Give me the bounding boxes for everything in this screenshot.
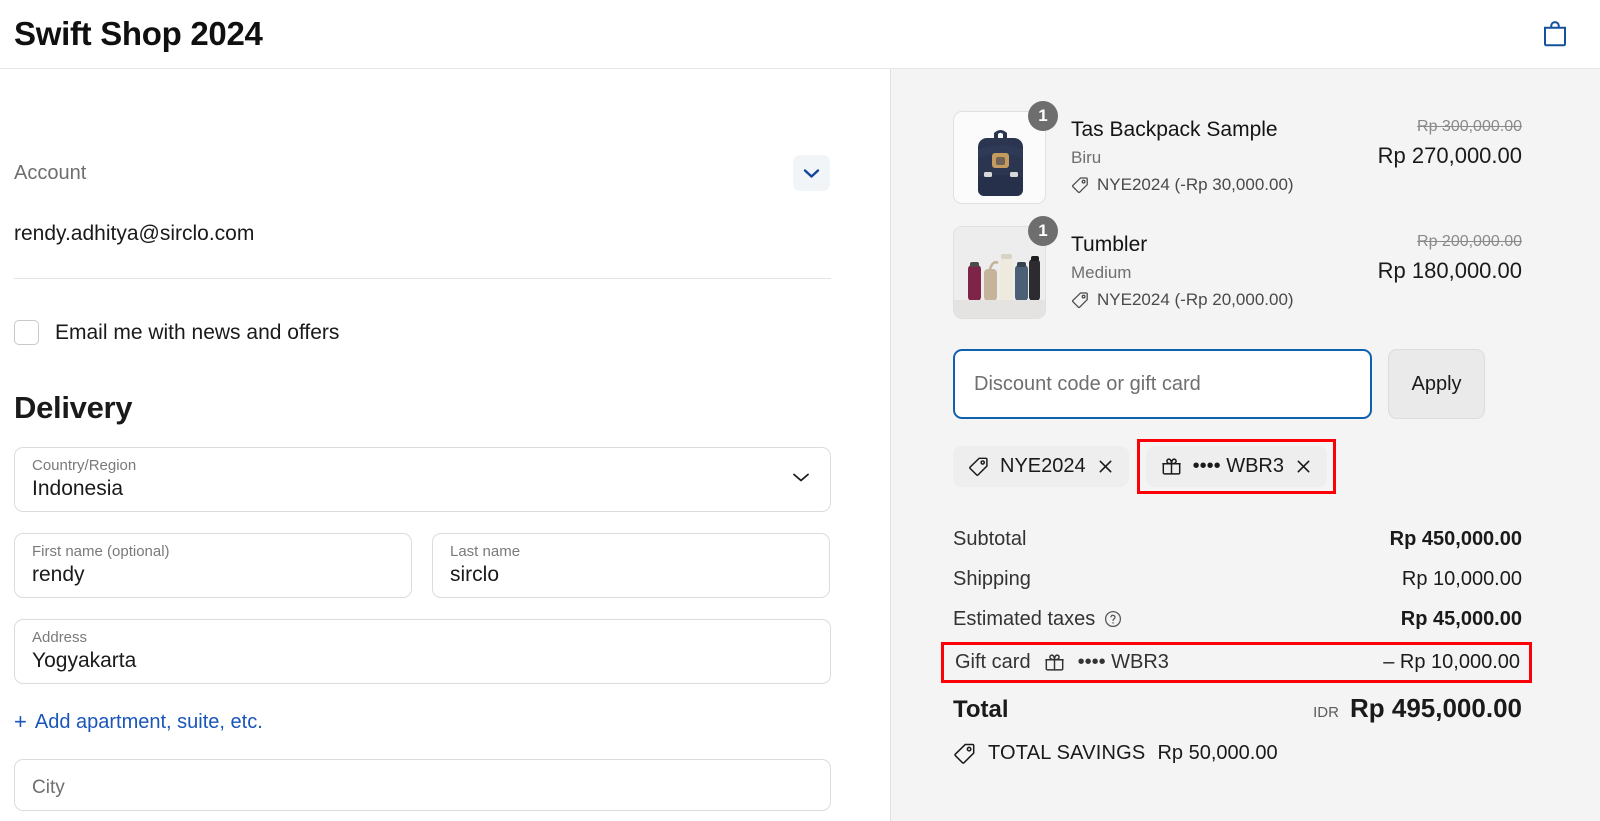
product-final-price: Rp 180,000.00 <box>1377 258 1522 283</box>
account-section-header: Account <box>14 69 830 191</box>
product-prices: Rp 300,000.00 Rp 270,000.00 <box>1357 111 1522 169</box>
name-fields-row: First name (optional) rendy Last name si… <box>14 512 830 598</box>
account-email-value: rendy.adhitya@sirclo.com <box>14 222 255 245</box>
address-label: Address <box>32 629 88 646</box>
product-discount-text: NYE2024 (-Rp 20,000.00) <box>1097 290 1294 309</box>
product-name: Tumbler <box>1071 233 1148 256</box>
city-label: City <box>32 777 65 798</box>
country-region-value: Indonesia <box>32 477 124 500</box>
discount-tag-icon <box>954 743 975 764</box>
account-label: Account <box>14 161 87 184</box>
shipping-value: Rp 10,000.00 <box>1401 567 1522 590</box>
last-name-field[interactable]: Last name sirclo <box>432 533 830 598</box>
add-apartment-link[interactable]: + Add apartment, suite, etc. <box>14 709 830 735</box>
estimated-taxes-row: Estimated taxes Rp 45,000.00 <box>953 599 1522 639</box>
estimated-taxes-value: Rp 45,000.00 <box>1400 607 1522 630</box>
newsletter-checkbox[interactable] <box>14 320 39 345</box>
totals-section: Subtotal Rp 450,000.00 Shipping Rp 10,00… <box>941 519 1532 765</box>
country-region-label: Country/Region <box>32 457 137 474</box>
country-region-select[interactable]: Country/Region Indonesia <box>14 447 831 512</box>
shipping-row: Shipping Rp 10,000.00 <box>953 559 1522 599</box>
first-name-field[interactable]: First name (optional) rendy <box>14 533 412 598</box>
order-line-item: 1 Tumbler Medium NYE2024 (-Rp 20,000.00)… <box>953 216 1522 319</box>
product-discount: NYE2024 (-Rp 20,000.00) <box>1071 290 1357 310</box>
product-info: Tumbler Medium NYE2024 (-Rp 20,000.00) <box>1046 226 1357 310</box>
product-info: Tas Backpack Sample Biru NYE2024 (-Rp 30… <box>1046 111 1357 195</box>
grand-total-amount: Rp 495,000.00 <box>1349 693 1522 723</box>
discount-entry-row: Apply <box>953 349 1522 419</box>
discount-tag-icon <box>1072 292 1088 309</box>
applied-codes-row: NYE2024 •••• WBR3 <box>953 439 1522 494</box>
product-discount: NYE2024 (-Rp 30,000.00) <box>1071 175 1357 195</box>
newsletter-label: Email me with news and offers <box>55 320 340 344</box>
giftcard-chip-annotation: •••• WBR3 <box>1136 439 1336 494</box>
giftcard-discount-value: – Rp 10,000.00 <box>1383 651 1520 673</box>
checkout-form-pane: Account rendy.adhitya@sirclo.com Email m… <box>0 69 891 821</box>
gift-card-icon <box>1044 654 1064 671</box>
newsletter-row: Email me with news and offers <box>14 320 830 345</box>
plus-icon: + <box>14 709 27 734</box>
shopping-bag-icon[interactable] <box>1540 19 1570 49</box>
account-divider <box>14 278 831 279</box>
giftcard-masked-code: •••• WBR3 <box>1077 651 1169 673</box>
grand-total-row: Total IDR Rp 495,000.00 <box>953 693 1522 724</box>
site-header: Swift Shop 2024 <box>0 0 1600 69</box>
product-thumbnail-wrap: 1 <box>953 216 1058 319</box>
grand-total-label: Total <box>953 696 1009 723</box>
chevron-down-icon <box>803 168 820 178</box>
first-name-label: First name (optional) <box>32 543 170 560</box>
product-prices: Rp 200,000.00 Rp 180,000.00 <box>1357 226 1522 284</box>
product-variant: Medium <box>1071 263 1132 282</box>
currency-code: IDR <box>1313 704 1339 721</box>
product-original-price: Rp 300,000.00 <box>1417 118 1522 135</box>
shipping-label: Shipping <box>953 567 1031 590</box>
delivery-heading: Delivery <box>14 390 133 425</box>
add-apartment-label: Add apartment, suite, etc. <box>34 710 263 733</box>
discount-tag-icon <box>969 457 988 476</box>
subtotal-row: Subtotal Rp 450,000.00 <box>953 519 1522 559</box>
product-thumbnail-wrap: 1 <box>953 101 1058 204</box>
estimated-taxes-label: Estimated taxes <box>953 607 1096 630</box>
question-circle-icon[interactable] <box>1104 610 1122 628</box>
discount-chip-label: NYE2024 <box>1000 455 1086 477</box>
address-field[interactable]: Address Yogyakarta <box>14 619 831 684</box>
discount-tag-icon <box>1072 177 1088 194</box>
giftcard-chip-wbr3[interactable]: •••• WBR3 <box>1145 446 1327 487</box>
chevron-down-icon <box>793 473 809 482</box>
close-icon[interactable] <box>1097 458 1114 475</box>
quantity-badge: 1 <box>1028 216 1058 246</box>
product-name: Tas Backpack Sample <box>1071 118 1278 141</box>
last-name-label: Last name <box>450 543 521 560</box>
product-discount-text: NYE2024 (-Rp 30,000.00) <box>1097 175 1294 194</box>
giftcard-row-label: Gift card <box>955 651 1031 673</box>
subtotal-label: Subtotal <box>953 527 1027 550</box>
account-expand-button[interactable] <box>793 155 830 191</box>
discount-code-input[interactable] <box>953 349 1372 419</box>
gift-card-icon <box>1161 458 1181 475</box>
order-line-item: 1 Tas Backpack Sample Biru NYE2024 (-Rp … <box>953 101 1522 204</box>
city-field[interactable]: City <box>14 759 831 811</box>
quantity-badge: 1 <box>1028 101 1058 131</box>
close-icon[interactable] <box>1295 458 1312 475</box>
subtotal-value: Rp 450,000.00 <box>1389 527 1522 550</box>
first-name-value: rendy <box>32 563 85 586</box>
product-original-price: Rp 200,000.00 <box>1417 233 1522 250</box>
discount-chip-nye2024[interactable]: NYE2024 <box>953 446 1129 487</box>
product-final-price: Rp 270,000.00 <box>1377 143 1522 168</box>
order-summary-pane: 1 Tas Backpack Sample Biru NYE2024 (-Rp … <box>891 69 1600 821</box>
product-variant: Biru <box>1071 148 1102 167</box>
page-title: Swift Shop 2024 <box>14 15 263 52</box>
checkout-body: Account rendy.adhitya@sirclo.com Email m… <box>0 69 1600 821</box>
last-name-value: sirclo <box>450 563 500 586</box>
address-value: Yogyakarta <box>32 649 137 672</box>
giftcard-discount-row: Gift card •••• WBR3 – Rp 10,000.00 <box>941 642 1532 683</box>
total-savings-row: TOTAL SAVINGS Rp 50,000.00 <box>953 742 1522 765</box>
apply-discount-button[interactable]: Apply <box>1388 349 1485 419</box>
total-savings-amount: Rp 50,000.00 <box>1157 742 1278 764</box>
total-savings-label: TOTAL SAVINGS <box>988 742 1146 764</box>
giftcard-chip-label: •••• WBR3 <box>1192 455 1284 477</box>
